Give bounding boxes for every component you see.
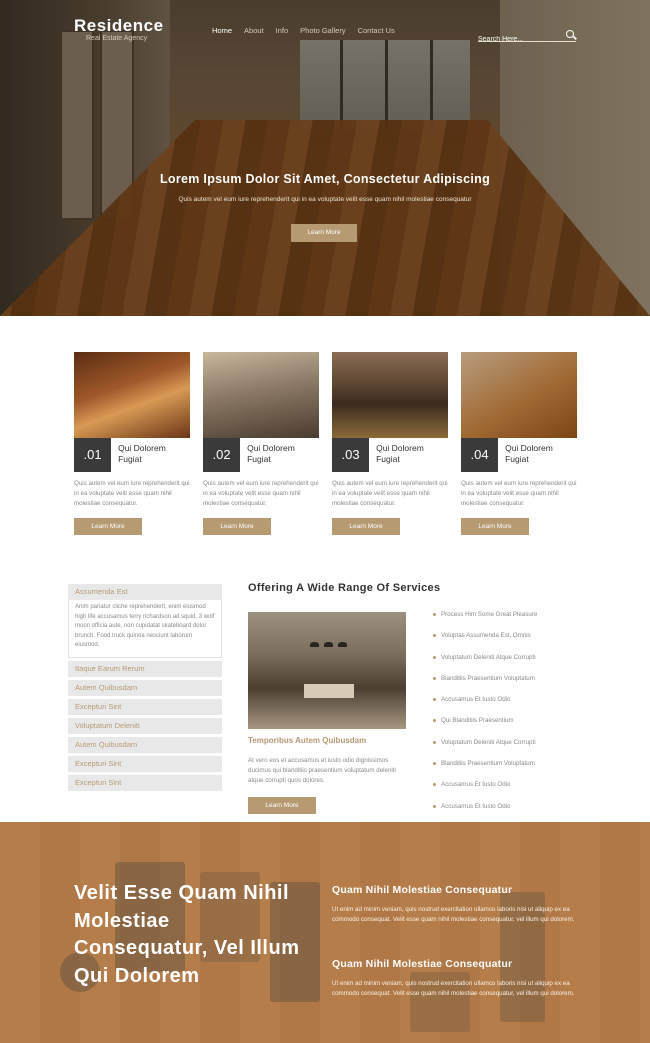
bottom-text: Ut enim ad minim veniam, quis nostrud ex…: [332, 980, 575, 997]
feature-text: Quis autem vel eum iure reprehenderit qu…: [74, 480, 190, 507]
services-image: [248, 612, 406, 729]
accordion-header[interactable]: Autem Quibusdam: [68, 679, 222, 696]
feature-image[interactable]: [74, 352, 190, 438]
feature-title: Qui Dolorem Fugiat: [118, 443, 166, 464]
feature-title: Qui Dolorem Fugiat: [505, 443, 553, 464]
bottom-heading: Quam Nihil Molestiae Consequatur: [332, 958, 513, 970]
bottom-text: Ut enim ad minim veniam, quis nostrud ex…: [332, 906, 575, 923]
feature-card: .02 Qui Dolorem Fugiat Quis autem vel eu…: [203, 352, 319, 535]
accordion-header[interactable]: Excepturi Sint: [68, 755, 222, 772]
services-list: Process Him Some Great Pleasure Voluptas…: [433, 611, 537, 824]
services-list-item[interactable]: Voluptatum Deleniti Atque Corrupti: [433, 739, 537, 760]
services-list-item[interactable]: Voluptatum Deleniti Atque Corrupti: [433, 654, 537, 675]
hero-title: Lorem Ipsum Dolor Sit Amet, Consectetur …: [159, 172, 491, 186]
feature-text: Quis autem vel eum iure reprehenderit qu…: [332, 480, 448, 507]
feature-learn-more-button[interactable]: Learn More: [332, 518, 400, 535]
services-list-item[interactable]: Process Him Some Great Pleasure: [433, 611, 537, 632]
search-icon[interactable]: [566, 30, 574, 38]
search-input[interactable]: [478, 36, 558, 43]
services-list-item[interactable]: Voluptas Assumenda Est, Omnis: [433, 632, 537, 653]
logo-name: Residence: [74, 16, 164, 35]
bottom-big-title: Velit Esse Quam Nihil Molestiae Consequa…: [74, 882, 300, 987]
feature-image[interactable]: [332, 352, 448, 438]
feature-card: .01 Qui Dolorem Fugiat Quis autem vel eu…: [74, 352, 190, 535]
feature-title: Qui Dolorem Fugiat: [376, 443, 424, 464]
nav-contact[interactable]: Contact Us: [358, 26, 395, 35]
nav-home[interactable]: Home: [212, 26, 232, 35]
services-list-item[interactable]: Qui Blanditiis Praesentium: [433, 717, 537, 738]
services-text: At vero eos et accusamus et iusto odio d…: [248, 757, 396, 784]
accordion: Assumenda Est Anim pariatur cliche repre…: [68, 584, 222, 794]
accordion-panel-text: Anim pariatur cliche reprehenderit, enim…: [68, 600, 222, 658]
feature-learn-more-button[interactable]: Learn More: [203, 518, 271, 535]
feature-number: .03: [332, 438, 370, 472]
accordion-header[interactable]: Autem Quibusdam: [68, 736, 222, 753]
services-learn-more-button[interactable]: Learn More: [248, 797, 316, 814]
search-box: [478, 28, 576, 43]
main-nav: Home About Info Photo Gallery Contact Us: [212, 26, 395, 35]
feature-text: Quis autem vel eum iure reprehenderit qu…: [203, 480, 319, 507]
feature-image[interactable]: [461, 352, 577, 438]
feature-number: .02: [203, 438, 241, 472]
feature-learn-more-button[interactable]: Learn More: [74, 518, 142, 535]
hero-subtitle: Quis autem vel eum iure reprehenderit qu…: [178, 196, 472, 203]
hero-banner: Residence Real Estate Agency Home About …: [0, 0, 650, 316]
services-list-item[interactable]: Accusamus Et Iusto Odio: [433, 696, 537, 717]
accordion-header[interactable]: Itaque Earum Rerum: [68, 660, 222, 677]
accordion-header[interactable]: Excepturi Sint: [68, 698, 222, 715]
nav-info[interactable]: Info: [276, 26, 289, 35]
services-title: Offering A Wide Range Of Services: [248, 582, 441, 594]
accordion-header-open[interactable]: Assumenda Est: [68, 584, 222, 600]
nav-about[interactable]: About: [244, 26, 264, 35]
features: .01 Qui Dolorem Fugiat Quis autem vel eu…: [74, 352, 577, 535]
services-list-item[interactable]: Blanditiis Praesentium Voluptatum: [433, 675, 537, 696]
feature-number: .04: [461, 438, 499, 472]
feature-card: .03 Qui Dolorem Fugiat Quis autem vel eu…: [332, 352, 448, 535]
logo-tagline: Real Estate Agency: [86, 35, 148, 42]
feature-title: Qui Dolorem Fugiat: [247, 443, 295, 464]
services-subheading: Temporibus Autem Quibusdam: [248, 736, 367, 745]
accordion-header[interactable]: Voluptatum Deleniti: [68, 717, 222, 734]
feature-number: .01: [74, 438, 112, 472]
hero-learn-more-button[interactable]: Learn More: [291, 224, 357, 242]
nav-photo-gallery[interactable]: Photo Gallery: [300, 26, 345, 35]
services-list-item[interactable]: Blanditiis Praesentium Voluptatum: [433, 760, 537, 781]
logo[interactable]: Residence Real Estate Agency: [74, 16, 164, 42]
services-list-item[interactable]: Accusamus Et Iusto Odio: [433, 803, 537, 824]
services-list-item[interactable]: Accusamus Et Iusto Odio: [433, 781, 537, 802]
feature-text: Quis autem vel eum iure reprehenderit qu…: [461, 480, 577, 507]
accordion-header[interactable]: Excepturi Sint: [68, 774, 222, 791]
feature-image[interactable]: [203, 352, 319, 438]
feature-learn-more-button[interactable]: Learn More: [461, 518, 529, 535]
bottom-heading: Quam Nihil Molestiae Consequatur: [332, 884, 513, 896]
feature-card: .04 Qui Dolorem Fugiat Quis autem vel eu…: [461, 352, 577, 535]
